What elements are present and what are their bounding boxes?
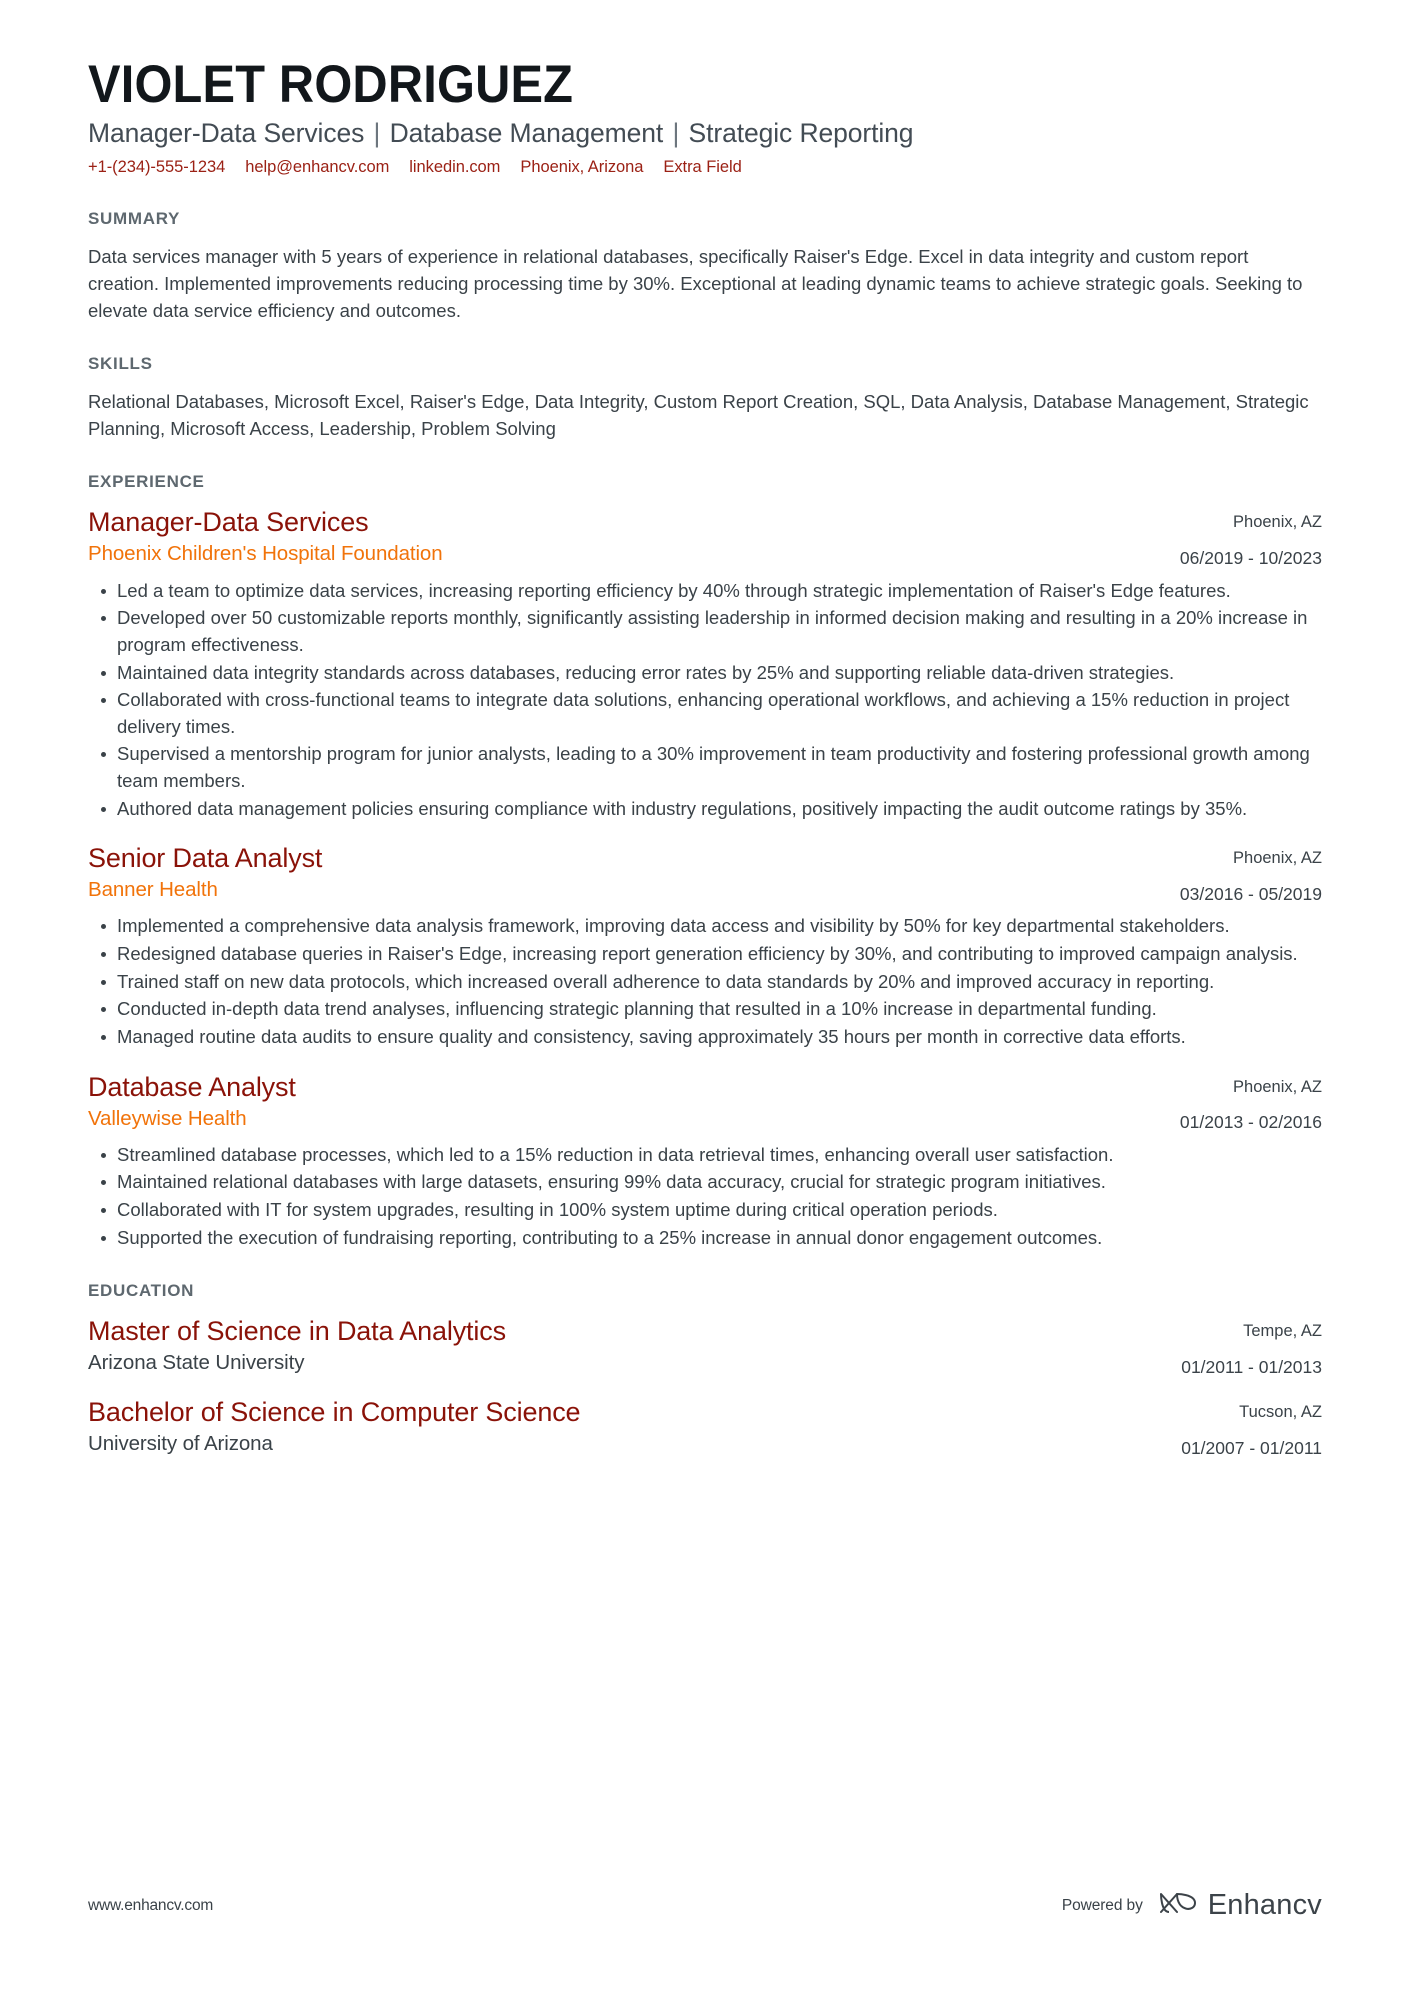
contact-phone[interactable]: +1-(234)-555-1234 xyxy=(88,157,225,178)
summary-section: SUMMARY Data services manager with 5 yea… xyxy=(88,209,1322,325)
entry-title: Senior Data Analyst xyxy=(88,843,323,874)
entry: Manager-Data Services Phoenix Children's … xyxy=(88,506,1322,822)
experience-section: EXPERIENCE Manager-Data Services Phoenix … xyxy=(88,472,1322,1251)
entry-title: Manager-Data Services xyxy=(88,507,369,538)
skills-text: Relational Databases, Microsoft Excel, R… xyxy=(88,391,1309,440)
contact-extra[interactable]: Extra Field xyxy=(663,157,741,178)
skills-section: SKILLS Relational Databases, Microsoft E… xyxy=(88,354,1322,442)
contact-line: +1-(234)-555-1234 help@enhancv.com linkedi… xyxy=(88,157,1322,178)
entry-bullet: Supported the execution of fundraising r… xyxy=(101,1225,1322,1252)
entry-bullet-list: Streamlined database processes, which le… xyxy=(88,1142,1322,1252)
entry-header: Database Analyst Valleywise Health Phoenix… xyxy=(88,1071,1322,1134)
entry-bullet: Streamlined database processes, which le… xyxy=(101,1142,1322,1169)
entry-dates: 03/2016 - 05/2019 xyxy=(1179,883,1322,904)
entry-header: Master of Science in Data Analytics Arizo… xyxy=(88,1315,1322,1378)
entry-dates: 06/2019 - 10/2023 xyxy=(1179,547,1322,568)
enhancv-wordmark: Enhancv xyxy=(1207,1889,1322,1921)
powered-by-label: Powered by xyxy=(1061,1896,1143,1914)
entry-left: Database Analyst Valleywise Health xyxy=(88,1071,1160,1133)
summary-text: Data services manager with 5 years of ex… xyxy=(88,245,1303,321)
enhancv-brand: Enhancv xyxy=(1157,1888,1322,1923)
contact-location[interactable]: Phoenix, Arizona xyxy=(520,157,643,178)
entry-header: Senior Data Analyst Banner Health Phoenix,… xyxy=(88,842,1322,905)
entry-title: Database Analyst xyxy=(88,1071,296,1102)
entry-dates: 01/2013 - 02/2016 xyxy=(1179,1112,1322,1133)
page-footer: www.enhancv.com Powered by Enhancv xyxy=(88,1888,1322,1923)
entry-left: Bachelor of Science in Computer Science U… xyxy=(88,1396,1161,1458)
entry-location: Phoenix, AZ xyxy=(1233,513,1322,532)
entry-title: Bachelor of Science in Computer Science xyxy=(88,1397,581,1428)
entry-title: Master of Science in Data Analytics xyxy=(88,1316,506,1347)
section-title-education: EDUCATION xyxy=(88,1281,195,1301)
entry-organization: Banner Health xyxy=(88,878,218,902)
entry-bullet-list: Implemented a comprehensive data analysi… xyxy=(88,913,1322,1050)
entry-bullet: Collaborated with IT for system upgrades… xyxy=(101,1197,1322,1224)
section-title-summary: SUMMARY xyxy=(88,208,181,228)
entry-bullet: Authored data management policies ensuri… xyxy=(101,796,1322,823)
contact-email[interactable]: help@enhancv.com xyxy=(245,157,389,178)
entry-organization: Arizona State University xyxy=(88,1351,305,1375)
entry-bullet: Conducted in-depth data trend analyses, … xyxy=(101,996,1322,1023)
entry-meta: Tempe, AZ 01/2011 - 01/2013 xyxy=(1161,1315,1322,1378)
entry-bullet: Managed routine data audits to ensure qu… xyxy=(101,1024,1322,1051)
candidate-name: VIOLET RODRIGUEZ xyxy=(88,55,574,114)
section-title-skills: SKILLS xyxy=(88,354,153,374)
entry-bullet: Led a team to optimize data services, in… xyxy=(101,578,1322,605)
education-section: EDUCATION Master of Science in Data Anal… xyxy=(88,1281,1322,1459)
entry-organization: Valleywise Health xyxy=(88,1106,247,1130)
headline-part-1: Manager-Data Services xyxy=(88,118,365,149)
entry-header: Bachelor of Science in Computer Science U… xyxy=(88,1396,1322,1459)
entry-header: Manager-Data Services Phoenix Children's … xyxy=(88,506,1322,569)
resume-header: VIOLET RODRIGUEZ Manager-Data Services |… xyxy=(88,56,1322,179)
entry-bullet: Developed over 50 customizable reports m… xyxy=(101,605,1322,658)
entry-organization: Phoenix Children's Hospital Foundation xyxy=(88,542,443,566)
entry-location: Tempe, AZ xyxy=(1243,1322,1322,1341)
section-title-experience: EXPERIENCE xyxy=(88,472,205,492)
entry-left: Manager-Data Services Phoenix Children's … xyxy=(88,506,1160,568)
headline-separator: | xyxy=(366,118,388,149)
entry-dates: 01/2011 - 01/2013 xyxy=(1181,1356,1322,1377)
entry: Database Analyst Valleywise Health Phoenix… xyxy=(88,1071,1322,1252)
entry-bullet: Supervised a mentorship program for juni… xyxy=(101,741,1322,794)
entry-bullet: Trained staff on new data protocols, whi… xyxy=(101,969,1322,996)
entry-organization: University of Arizona xyxy=(88,1432,273,1456)
experience-entry-list: Manager-Data Services Phoenix Children's … xyxy=(88,506,1322,1251)
headline-separator: | xyxy=(665,118,687,149)
headline-part-2: Database Management xyxy=(389,118,664,149)
entry-location: Tucson, AZ xyxy=(1239,1403,1322,1422)
entry-dates: 01/2007 - 01/2011 xyxy=(1181,1437,1322,1458)
entry-left: Senior Data Analyst Banner Health xyxy=(88,842,1160,904)
entry-bullet: Maintained data integrity standards acro… xyxy=(101,660,1322,687)
headline-part-3: Strategic Reporting xyxy=(688,118,914,149)
entry-bullet: Redesigned database queries in Raiser's … xyxy=(101,941,1322,968)
education-entry-list: Master of Science in Data Analytics Arizo… xyxy=(88,1315,1322,1459)
entry-meta: Tucson, AZ 01/2007 - 01/2011 xyxy=(1161,1396,1322,1459)
entry-bullet: Implemented a comprehensive data analysi… xyxy=(101,913,1322,940)
entry-meta: Phoenix, AZ 01/2013 - 02/2016 xyxy=(1160,1071,1322,1134)
entry-bullet: Maintained relational databases with lar… xyxy=(101,1169,1322,1196)
footer-branding: Powered by Enhancv xyxy=(1062,1888,1322,1923)
entry-location: Phoenix, AZ xyxy=(1233,1077,1322,1096)
footer-website-url[interactable]: www.enhancv.com xyxy=(88,1897,213,1915)
entry-bullet-list: Led a team to optimize data services, in… xyxy=(88,578,1322,823)
enhancv-logo-icon xyxy=(1157,1888,1199,1923)
entry-bullet: Collaborated with cross-functional teams… xyxy=(101,687,1322,740)
entry-meta: Phoenix, AZ 06/2019 - 10/2023 xyxy=(1160,506,1322,569)
entry: Master of Science in Data Analytics Arizo… xyxy=(88,1315,1322,1378)
candidate-headline: Manager-Data Services | Database Managem… xyxy=(88,117,1322,150)
resume-page: VIOLET RODRIGUEZ Manager-Data Services |… xyxy=(0,0,1410,1995)
entry-location: Phoenix, AZ xyxy=(1233,849,1322,868)
entry-meta: Phoenix, AZ 03/2016 - 05/2019 xyxy=(1160,842,1322,905)
entry-left: Master of Science in Data Analytics Arizo… xyxy=(88,1315,1161,1377)
entry: Senior Data Analyst Banner Health Phoenix,… xyxy=(88,842,1322,1050)
contact-linkedin[interactable]: linkedin.com xyxy=(409,157,500,178)
entry: Bachelor of Science in Computer Science U… xyxy=(88,1396,1322,1459)
